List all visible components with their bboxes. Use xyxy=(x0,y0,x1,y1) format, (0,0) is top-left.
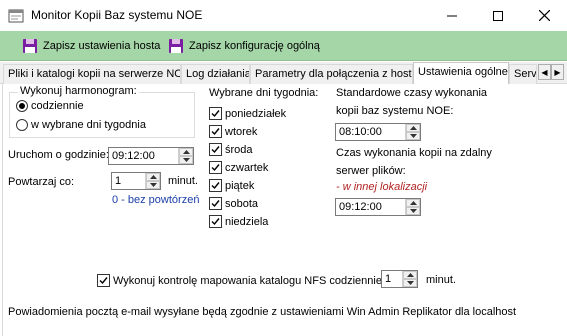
checkbox-monday[interactable]: poniedziałek xyxy=(209,107,286,120)
toolbar: Zapisz ustawienia hosta Zapisz konfigura… xyxy=(0,31,567,61)
maximize-icon xyxy=(493,10,503,21)
checkbox-friday-label: piątek xyxy=(225,179,255,192)
spin-down-icon[interactable] xyxy=(406,132,420,140)
radio-selected-icon xyxy=(16,100,28,112)
standard-times-title-line1: Standardowe czasy wykonania xyxy=(336,87,488,99)
start-time-label: Uruchom o godzinie: xyxy=(8,149,109,161)
spin-down-icon[interactable] xyxy=(403,279,417,287)
minimize-icon xyxy=(447,15,457,16)
repeat-hint: 0 - bez powtórzeń xyxy=(112,194,200,206)
weekdays-title: Wybrane dni tygodnia: xyxy=(209,87,319,99)
floppy-disk-icon xyxy=(169,39,183,53)
tab-backup-files[interactable]: Pliki i katalogi kopii na serwerze NOE xyxy=(3,64,181,84)
repeat-unit: minut. xyxy=(168,175,198,187)
radio-daily[interactable]: codziennie xyxy=(16,100,84,112)
radio-daily-label: codziennie xyxy=(31,100,84,112)
remote-location-note: - w innej lokalizacji xyxy=(336,181,428,193)
spin-up-icon[interactable] xyxy=(406,199,420,207)
spin-up-icon[interactable] xyxy=(406,124,420,132)
nfs-interval-unit: minut. xyxy=(426,274,456,286)
checkbox-wednesday-label: środa xyxy=(225,143,253,156)
tab-general-settings[interactable]: Ustawienia ogólne xyxy=(413,62,509,85)
checkmark-icon xyxy=(209,197,222,210)
remote-backup-time-input[interactable]: 09:12:00 xyxy=(335,198,421,216)
checkbox-monday-label: poniedziałek xyxy=(225,107,287,120)
checkbox-saturday-label: sobota xyxy=(225,197,259,210)
general-settings-panel: Wykonuj harmonogram: codziennie w wybran… xyxy=(2,84,565,336)
standard-backup-time-value: 08:10:00 xyxy=(339,126,382,138)
checkbox-friday[interactable]: piątek xyxy=(209,179,254,192)
start-time-value: 09:12:00 xyxy=(112,150,155,162)
schedule-group-title: Wykonuj harmonogram: xyxy=(18,85,139,97)
standard-times-title-line2: kopii baz systemu NOE: xyxy=(336,105,454,117)
checkmark-icon xyxy=(209,107,222,120)
checkbox-nfs-mapping[interactable]: Wykonuj kontrolę mapowania katalogu NFS … xyxy=(97,274,397,287)
save-general-config-label: Zapisz konfigurację ogólną xyxy=(189,40,320,52)
spin-up-icon[interactable] xyxy=(403,271,417,279)
floppy-disk-icon xyxy=(23,39,37,53)
repeat-minutes-input[interactable]: 1 xyxy=(111,172,161,190)
checkbox-tuesday-label: wtorek xyxy=(225,125,258,138)
tab-host-connection[interactable]: Parametry dla połączenia z hostem xyxy=(250,64,413,84)
checkbox-saturday[interactable]: sobota xyxy=(209,197,258,210)
start-time-input[interactable]: 09:12:00 xyxy=(108,147,194,165)
nfs-interval-input[interactable]: 1 xyxy=(381,270,418,288)
tab-scroll-right-icon[interactable]: ▶ xyxy=(551,64,564,80)
spin-up-icon[interactable] xyxy=(179,148,193,156)
checkmark-icon xyxy=(209,179,222,192)
save-host-settings-label: Zapisz ustawienia hosta xyxy=(43,40,161,52)
minimize-button[interactable] xyxy=(429,0,475,31)
checkbox-thursday-label: czwartek xyxy=(225,161,269,174)
checkmark-icon xyxy=(97,274,110,287)
schedule-group: Wykonuj harmonogram: xyxy=(9,85,195,138)
spin-down-icon[interactable] xyxy=(179,156,193,164)
save-general-config-button[interactable]: Zapisz konfigurację ogólną xyxy=(168,36,320,56)
tab-bar: Pliki i katalogi kopii na serwerze NOE L… xyxy=(0,62,567,85)
repeat-label: Powtarzaj co: xyxy=(8,176,75,188)
checkbox-sunday[interactable]: niedziela xyxy=(209,215,268,228)
window-title: Monitor Kopii Baz systemu NOE xyxy=(31,8,203,22)
checkmark-icon xyxy=(209,161,222,174)
maximize-button[interactable] xyxy=(475,0,521,31)
app-window-icon xyxy=(8,9,24,23)
email-notification-note: Powiadomienia pocztą e-mail wysyłane będ… xyxy=(8,306,517,318)
tab-scroll: ◀ ▶ xyxy=(538,64,564,80)
title-bar: Monitor Kopii Baz systemu NOE xyxy=(0,0,567,31)
checkbox-tuesday[interactable]: wtorek xyxy=(209,125,257,138)
tab-activity-log[interactable]: Log działania xyxy=(181,64,250,84)
spin-down-icon[interactable] xyxy=(406,207,420,215)
save-host-settings-button[interactable]: Zapisz ustawienia hosta xyxy=(22,36,160,56)
nfs-mapping-label: Wykonuj kontrolę mapowania katalogu NFS … xyxy=(113,274,397,287)
spin-down-icon[interactable] xyxy=(146,181,160,189)
checkbox-sunday-label: niedziela xyxy=(225,215,269,228)
repeat-minutes-value: 1 xyxy=(115,175,122,187)
checkmark-icon xyxy=(209,143,222,156)
checkmark-icon xyxy=(209,125,222,138)
nfs-interval-value: 1 xyxy=(385,273,392,285)
remote-backup-time-value: 09:12:00 xyxy=(339,201,382,213)
spin-up-icon[interactable] xyxy=(146,173,160,181)
checkmark-icon xyxy=(209,215,222,228)
checkbox-thursday[interactable]: czwartek xyxy=(209,161,268,174)
radio-unselected-icon xyxy=(16,119,28,131)
remote-backup-title-line2: serwer plików: xyxy=(336,165,406,177)
remote-backup-title-line1: Czas wykonania kopii na zdalny xyxy=(336,147,492,159)
close-icon xyxy=(538,10,550,21)
close-button[interactable] xyxy=(521,0,567,31)
tab-server[interactable]: Serv xyxy=(509,64,537,84)
radio-selected-days[interactable]: w wybrane dni tygodnia xyxy=(16,119,146,131)
standard-backup-time-input[interactable]: 08:10:00 xyxy=(335,123,421,141)
radio-selected-days-label: w wybrane dni tygodnia xyxy=(31,119,146,131)
checkbox-wednesday[interactable]: środa xyxy=(209,143,253,156)
tab-scroll-left-icon[interactable]: ◀ xyxy=(538,64,551,80)
